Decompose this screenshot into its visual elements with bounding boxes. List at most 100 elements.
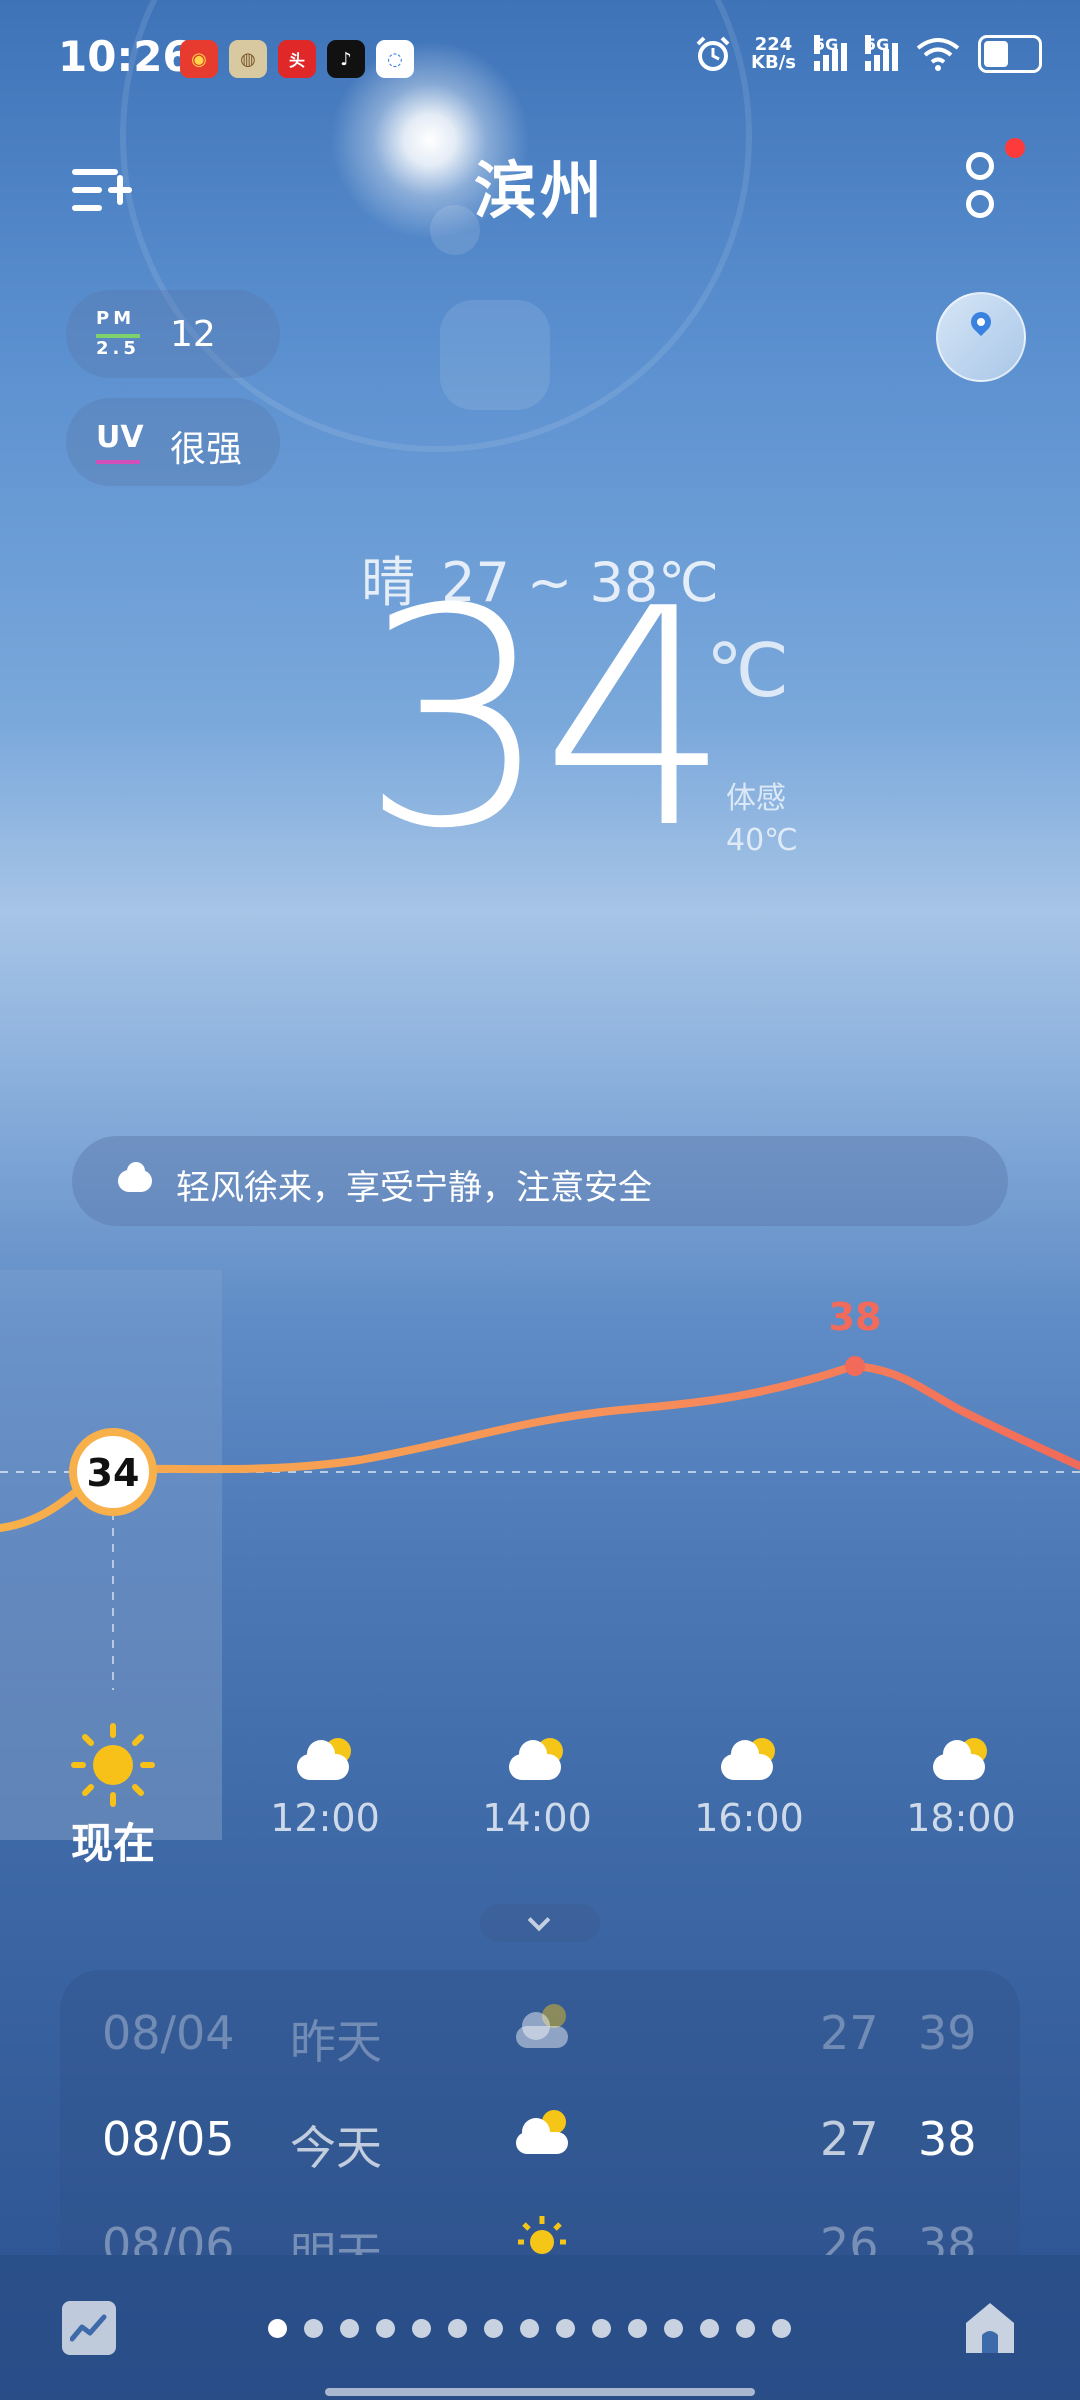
daily-high: 39 [918, 2006, 977, 2060]
daily-row[interactable]: 08/06 明天 26 38 [60, 2216, 1020, 2255]
sun-icon [71, 1723, 155, 1807]
lens-flare [440, 300, 550, 410]
hour-label: 现在 [70, 1819, 155, 1868]
feels-like: 体感 40℃ [726, 778, 798, 862]
uv-label: UV [96, 420, 144, 455]
hour-item[interactable]: 14:00 [462, 1738, 612, 1840]
page-dot[interactable] [664, 2319, 683, 2338]
daily-row[interactable]: 08/04 昨天 27 39 [60, 2004, 1020, 2096]
status-bar: 10:26 ◉ ◍ 头 ♪ ◌ 224 KB/s 5G 5G [0, 0, 1080, 120]
home-icon [966, 2303, 1014, 2353]
daily-date: 08/04 [102, 2006, 235, 2060]
hour-item[interactable]: 16:00 [674, 1738, 824, 1840]
weather-tip[interactable]: 轻风徐来，享受宁静，注意安全 [72, 1136, 1008, 1226]
wifi-icon [916, 38, 960, 71]
page-dot[interactable] [772, 2319, 791, 2338]
hour-label: 16:00 [694, 1796, 804, 1840]
hourly-temp-chart[interactable]: 38 34 [0, 1270, 1080, 1750]
temp-unit: ℃ [706, 628, 790, 714]
app-icon-2: ◍ [229, 40, 267, 78]
toutiao-icon: 头 [278, 40, 316, 78]
page-dot[interactable] [412, 2319, 431, 2338]
expand-hourly-button[interactable] [480, 1904, 600, 1942]
daily-low: 27 [820, 2006, 879, 2060]
page-dot[interactable] [268, 2319, 287, 2338]
daily-low: 26 [820, 2218, 879, 2255]
daily-forecast-card[interactable]: 08/04 昨天 27 39 08/05 今天 27 38 08/06 明天 2… [60, 1970, 1020, 2255]
partly-cloudy-icon [721, 1738, 777, 1782]
chevron-down-icon [527, 1908, 551, 1932]
partly-cloudy-icon [297, 1738, 353, 1782]
battery-icon [978, 35, 1042, 73]
net-speed: 224 KB/s [751, 36, 796, 72]
hour-item[interactable]: 18:00 [886, 1738, 1036, 1840]
hour-label: 14:00 [482, 1796, 592, 1840]
signal-label: 5G [814, 35, 839, 54]
signal-label: 5G [865, 35, 890, 54]
uv-value: 很强 [170, 429, 243, 470]
daily-date: 08/05 [102, 2112, 235, 2166]
cloud-icon [118, 1162, 152, 1192]
now-temp-label: 34 [87, 1451, 140, 1495]
signal-icon: 5G [865, 35, 898, 71]
daily-high: 38 [918, 2112, 977, 2166]
partly-cloudy-icon [509, 1738, 565, 1782]
page-dot[interactable] [304, 2319, 323, 2338]
location-pin-icon [966, 307, 996, 337]
more-menu-button[interactable] [960, 148, 996, 220]
daily-date: 08/06 [102, 2218, 235, 2255]
daily-relative-day: 昨天 [290, 2015, 382, 2069]
alarm-icon [696, 36, 730, 71]
page-dot[interactable] [592, 2319, 611, 2338]
page-dot[interactable] [448, 2319, 467, 2338]
feels-value: 40℃ [726, 823, 798, 858]
hour-item[interactable]: 12:00 [250, 1738, 400, 1840]
trend-button[interactable] [62, 2301, 116, 2355]
page-dot[interactable] [736, 2319, 755, 2338]
map-button[interactable] [936, 292, 1026, 382]
current-temp: 34 [360, 545, 732, 894]
pm-label-top: PM [96, 308, 136, 329]
notification-icons: ◉ ◍ 头 ♪ ◌ [180, 40, 414, 78]
partly-cloudy-icon [933, 1738, 989, 1782]
peak-label: 38 [829, 1295, 882, 1339]
daily-relative-day: 明天 [290, 2227, 382, 2255]
app-icon-5: ◌ [376, 40, 414, 78]
pm-label-bottom: 2.5 [96, 338, 140, 359]
page-dot[interactable] [484, 2319, 503, 2338]
notification-badge [1005, 138, 1025, 158]
daily-relative-day: 今天 [290, 2121, 382, 2175]
hour-now[interactable]: 现在 [38, 1720, 188, 1871]
tip-text: 轻风徐来，享受宁静，注意安全 [176, 1168, 652, 1208]
partly-cloudy-icon [510, 2106, 574, 2173]
page-dot[interactable] [628, 2319, 647, 2338]
uv-chip[interactable]: UV 很强 [66, 398, 280, 486]
pm-value: 12 [170, 314, 216, 355]
home-button[interactable] [962, 2299, 1018, 2357]
page-indicator[interactable] [268, 2319, 791, 2338]
page-dot[interactable] [520, 2319, 539, 2338]
tiktok-icon: ♪ [327, 40, 365, 78]
page-dot[interactable] [700, 2319, 719, 2338]
gesture-bar[interactable] [325, 2388, 755, 2396]
page-dot[interactable] [340, 2319, 359, 2338]
bottom-bar [0, 2255, 1080, 2400]
daily-row[interactable]: 08/05 今天 27 38 [60, 2110, 1020, 2202]
feels-label: 体感 [726, 781, 786, 816]
uv-level-bar [96, 460, 140, 464]
hour-label: 18:00 [906, 1796, 1016, 1840]
partly-cloudy-icon [510, 2000, 574, 2067]
hour-label: 12:00 [270, 1796, 380, 1840]
city-title: 滨州 [473, 154, 606, 227]
signal-icon: 5G [814, 35, 847, 71]
daily-low: 27 [820, 2112, 879, 2166]
app-icon-1: ◉ [180, 40, 218, 78]
page-dot[interactable] [376, 2319, 395, 2338]
sun-icon [510, 2212, 574, 2255]
pm25-chip[interactable]: PM 2.5 12 [66, 290, 280, 378]
clock: 10:26 [58, 32, 192, 81]
temp-curve [0, 1361, 1080, 1532]
page-dot[interactable] [556, 2319, 575, 2338]
trend-chart-icon [70, 2314, 107, 2342]
net-speed-unit: KB/s [751, 52, 796, 73]
